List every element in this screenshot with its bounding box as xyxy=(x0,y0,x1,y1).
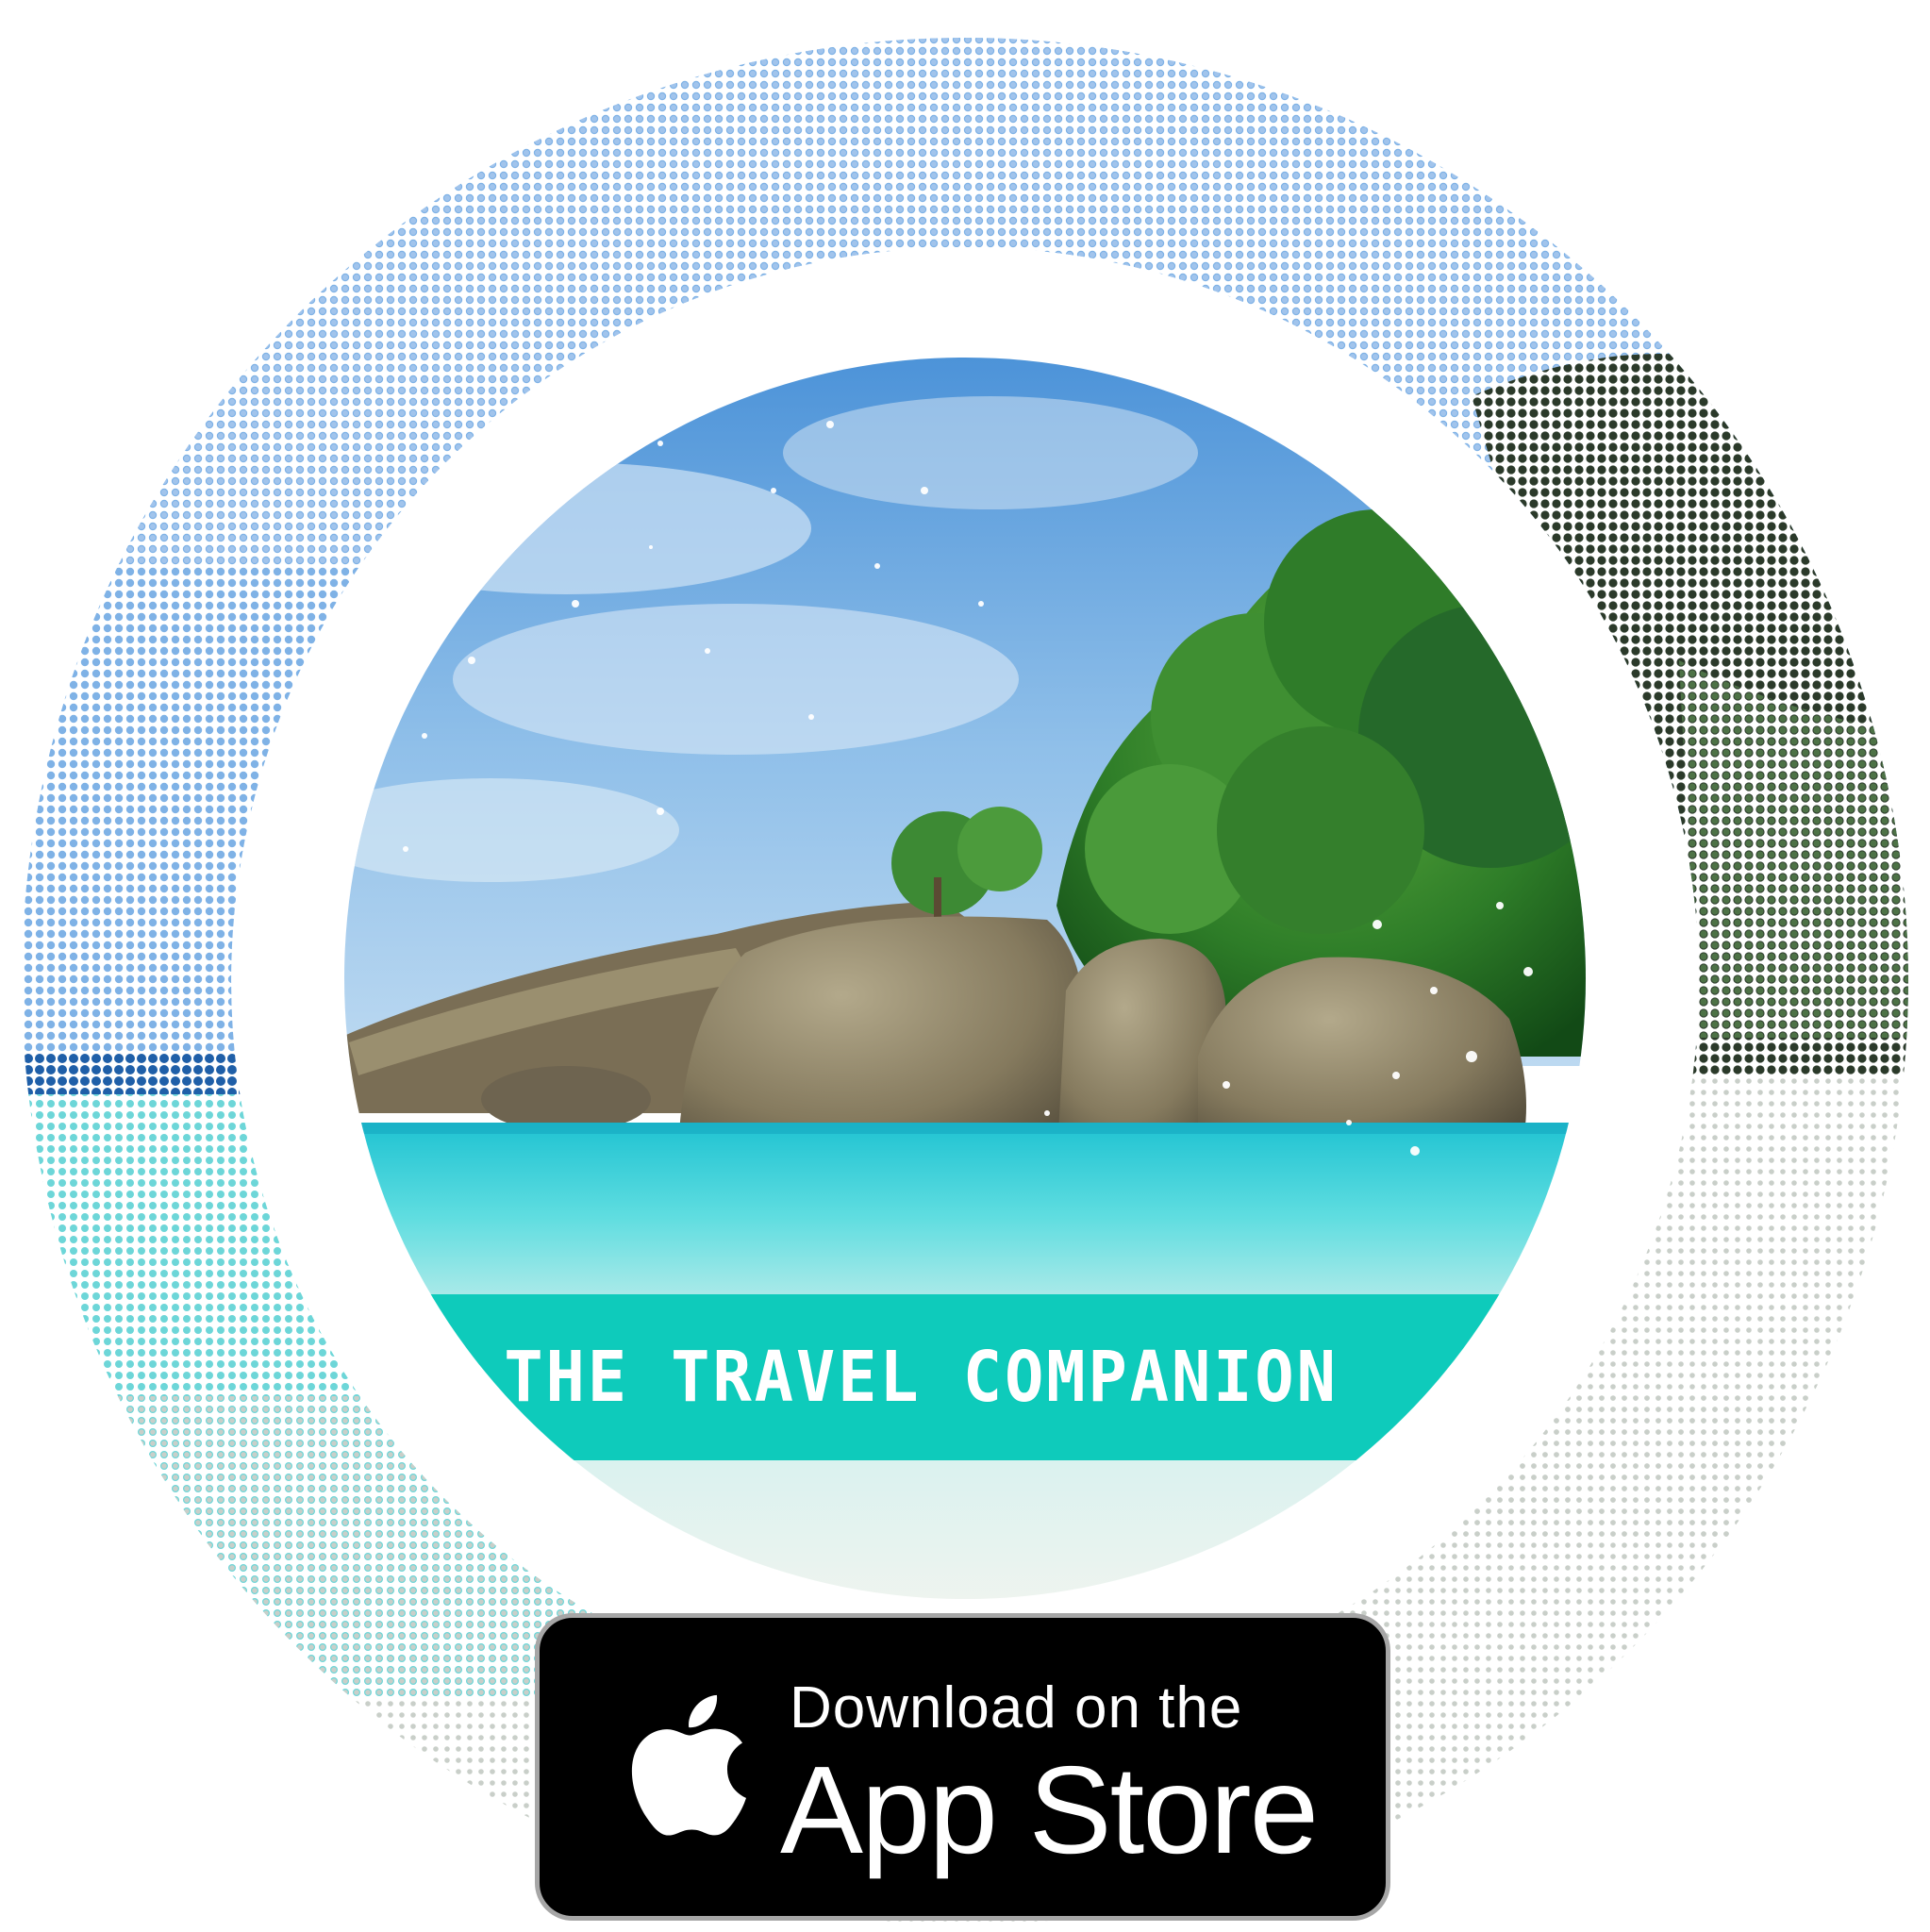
app-store-badge[interactable]: Download on the App Store xyxy=(535,1613,1390,1921)
beach-photo xyxy=(344,358,1586,1599)
badge-line1: Download on the xyxy=(790,1675,1243,1740)
badge-line2: App Store xyxy=(780,1740,1319,1879)
apple-icon xyxy=(631,1694,746,1836)
